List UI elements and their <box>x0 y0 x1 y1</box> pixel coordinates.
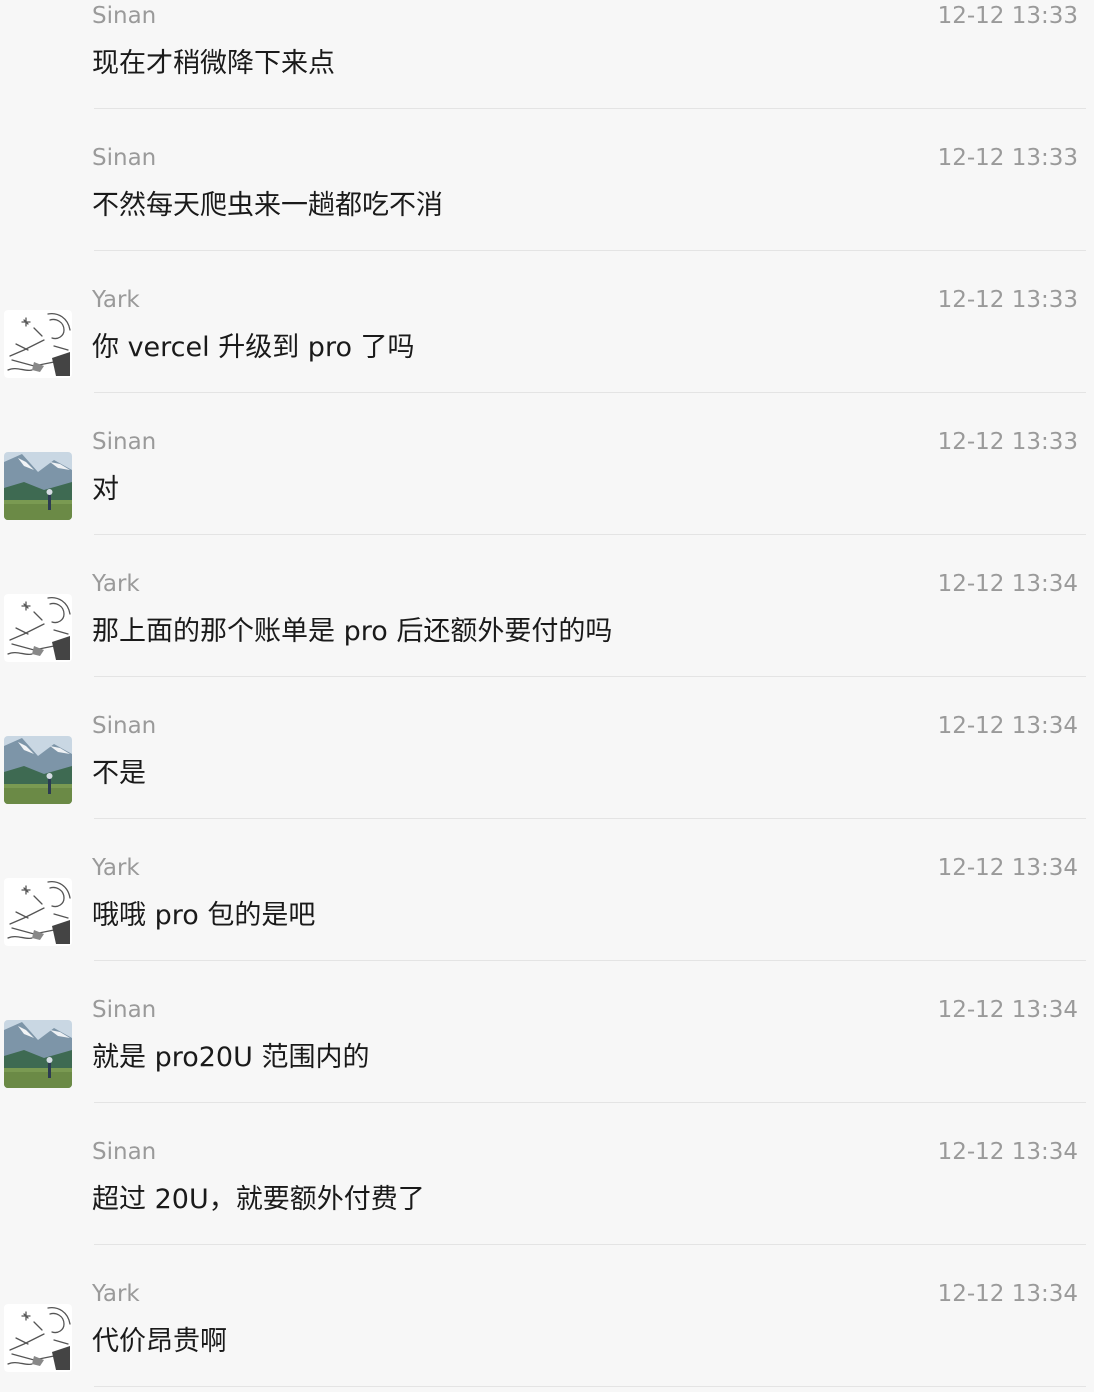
message-text: 不然每天爬虫来一趟都吃不消 <box>92 190 443 221</box>
message-item[interactable]: Sinan 12-12 13:34 超过 20U，就要额外付费了 <box>0 1136 1094 1278</box>
message-sender: Sinan <box>92 997 157 1023</box>
message-sender: Sinan <box>92 713 157 739</box>
message-timestamp: 12-12 13:34 <box>937 713 1078 739</box>
message-divider <box>94 392 1086 393</box>
message-sender: Sinan <box>92 145 157 171</box>
avatar-sketch[interactable] <box>4 1304 72 1372</box>
message-sender: Yark <box>92 571 140 597</box>
sketch-avatar-icon <box>4 310 72 378</box>
message-sender: Yark <box>92 855 140 881</box>
message-timestamp: 12-12 13:33 <box>937 429 1078 455</box>
message-divider <box>94 1386 1086 1387</box>
message-divider <box>94 818 1086 819</box>
message-text: 那上面的那个账单是 pro 后还额外要付的吗 <box>92 616 613 647</box>
message-divider <box>94 1244 1086 1245</box>
message-sender: Yark <box>92 287 140 313</box>
message-timestamp: 12-12 13:34 <box>937 1281 1078 1307</box>
message-sender: Sinan <box>92 1139 157 1165</box>
message-sender: Yark <box>92 1281 140 1307</box>
message-timestamp: 12-12 13:34 <box>937 997 1078 1023</box>
message-timestamp: 12-12 13:33 <box>937 145 1078 171</box>
message-item[interactable]: Yark 12-12 13:33 你 vercel 升级到 pro 了吗 <box>0 284 1094 426</box>
message-timestamp: 12-12 13:33 <box>937 3 1078 29</box>
message-item[interactable]: Sinan 12-12 13:33 现在才稍微降下来点 <box>0 0 1094 142</box>
message-text: 对 <box>92 474 119 505</box>
message-text: 超过 20U，就要额外付费了 <box>92 1184 425 1215</box>
message-timestamp: 12-12 13:34 <box>937 571 1078 597</box>
message-item[interactable]: Sinan 12-12 13:34 就是 pro20U 范围内的 <box>0 994 1094 1136</box>
message-divider <box>94 108 1086 109</box>
message-item[interactable]: Sinan 12-12 13:33 不然每天爬虫来一趟都吃不消 <box>0 142 1094 284</box>
message-sender: Sinan <box>92 429 157 455</box>
chat-message-list: Sinan 12-12 13:33 现在才稍微降下来点 Sinan 12-12 … <box>0 0 1094 1392</box>
message-text: 就是 pro20U 范围内的 <box>92 1042 370 1073</box>
message-text: 现在才稍微降下来点 <box>92 48 335 79</box>
message-timestamp: 12-12 13:34 <box>937 855 1078 881</box>
message-item[interactable]: Yark 12-12 13:34 代价昂贵啊 <box>0 1278 1094 1392</box>
message-item[interactable]: Yark 12-12 13:34 那上面的那个账单是 pro 后还额外要付的吗 <box>0 568 1094 710</box>
message-text: 你 vercel 升级到 pro 了吗 <box>92 332 415 363</box>
message-divider <box>94 1102 1086 1103</box>
message-item[interactable]: Yark 12-12 13:34 哦哦 pro 包的是吧 <box>0 852 1094 994</box>
message-item[interactable]: Sinan 12-12 13:33 对 <box>0 426 1094 568</box>
avatar-sketch[interactable] <box>4 594 72 662</box>
mountain-avatar-icon <box>4 452 72 520</box>
sketch-avatar-icon <box>4 878 72 946</box>
mountain-avatar-icon <box>4 736 72 804</box>
mountain-avatar-icon <box>4 1020 72 1088</box>
message-item[interactable]: Sinan 12-12 13:34 不是 <box>0 710 1094 852</box>
message-divider <box>94 960 1086 961</box>
message-timestamp: 12-12 13:33 <box>937 287 1078 313</box>
message-timestamp: 12-12 13:34 <box>937 1139 1078 1165</box>
message-divider <box>94 676 1086 677</box>
message-text: 代价昂贵啊 <box>92 1326 227 1357</box>
message-divider <box>94 534 1086 535</box>
message-text: 哦哦 pro 包的是吧 <box>92 900 316 931</box>
message-divider <box>94 250 1086 251</box>
sketch-avatar-icon <box>4 594 72 662</box>
avatar-mountain[interactable] <box>4 452 72 520</box>
avatar-mountain[interactable] <box>4 736 72 804</box>
message-text: 不是 <box>92 758 146 789</box>
message-sender: Sinan <box>92 3 157 29</box>
avatar-sketch[interactable] <box>4 310 72 378</box>
sketch-avatar-icon <box>4 1304 72 1372</box>
avatar-mountain[interactable] <box>4 1020 72 1088</box>
avatar-sketch[interactable] <box>4 878 72 946</box>
